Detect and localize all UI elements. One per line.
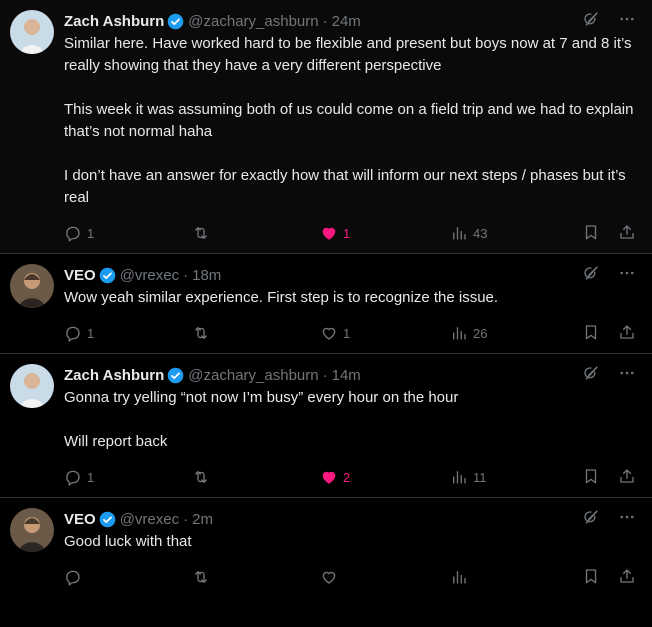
heart-icon: [322, 471, 336, 484]
avatar[interactable]: [10, 264, 54, 308]
more-icon[interactable]: [618, 364, 636, 386]
grok-icon[interactable]: [582, 364, 600, 386]
timestamp[interactable]: 18m: [192, 267, 221, 284]
reply-button[interactable]: [64, 568, 192, 586]
more-icon[interactable]: [618, 508, 636, 530]
like-count: 2: [343, 469, 351, 485]
views-button[interactable]: 43: [450, 224, 578, 242]
timestamp[interactable]: 2m: [192, 511, 213, 528]
more-icon[interactable]: [618, 10, 636, 32]
separator: ·: [322, 366, 328, 384]
avatar[interactable]: [10, 364, 54, 408]
views-icon: [453, 227, 466, 240]
author-name[interactable]: VEO: [64, 267, 96, 284]
bookmark-icon[interactable]: [582, 223, 600, 244]
like-count: 1: [343, 225, 351, 241]
reply-icon: [66, 570, 80, 586]
tweet[interactable]: Zach Ashburn @zachary_ashburn · 24m Simi…: [0, 0, 652, 254]
bookmark-icon[interactable]: [582, 467, 600, 488]
heart-icon: [322, 227, 336, 240]
separator: ·: [183, 266, 189, 284]
reply-button[interactable]: 1: [64, 468, 192, 486]
share-icon[interactable]: [618, 567, 636, 588]
like-button[interactable]: 1: [320, 224, 450, 242]
share-icon[interactable]: [618, 223, 636, 244]
bookmark-icon[interactable]: [582, 323, 600, 344]
grok-icon[interactable]: [582, 508, 600, 530]
views-count: 43: [473, 225, 488, 241]
reply-icon: [66, 226, 80, 242]
author-handle[interactable]: @vrexec: [120, 267, 179, 284]
reply-button[interactable]: 1: [64, 224, 192, 242]
bookmark-icon[interactable]: [582, 567, 600, 588]
author-handle[interactable]: @zachary_ashburn: [188, 13, 318, 30]
action-bar: [64, 557, 636, 597]
tweet-text: Good luck with that: [64, 533, 192, 550]
views-icon: [453, 471, 466, 484]
repost-button[interactable]: [192, 568, 320, 586]
like-button[interactable]: 2: [320, 468, 450, 486]
author-name[interactable]: Zach Ashburn: [64, 367, 164, 384]
timestamp[interactable]: 24m: [332, 13, 361, 30]
avatar[interactable]: [10, 10, 54, 54]
verified-badge-icon: [99, 511, 116, 528]
verified-badge-icon: [167, 367, 184, 384]
reply-icon: [66, 470, 80, 486]
more-icon[interactable]: [618, 264, 636, 286]
author-handle[interactable]: @vrexec: [120, 511, 179, 528]
separator: ·: [322, 12, 328, 30]
views-button[interactable]: 26: [450, 324, 578, 342]
views-icon: [453, 327, 466, 340]
like-count: 1: [343, 325, 351, 341]
verified-badge-icon: [99, 267, 116, 284]
separator: ·: [183, 510, 189, 528]
author-handle[interactable]: @zachary_ashburn: [188, 367, 318, 384]
tweet-text: Wow yeah similar experience. First step …: [64, 289, 499, 306]
avatar[interactable]: [10, 508, 54, 552]
repost-button[interactable]: [192, 324, 320, 342]
action-bar: 1 1 43: [64, 213, 636, 253]
heart-icon: [322, 571, 336, 584]
reply-icon: [66, 326, 80, 342]
reply-count: 1: [87, 469, 95, 485]
repost-icon: [195, 571, 207, 583]
tweet[interactable]: VEO @vrexec · 18m Wow yeah similar exper…: [0, 254, 652, 354]
grok-icon[interactable]: [582, 10, 600, 32]
repost-icon: [195, 327, 207, 339]
tweet[interactable]: VEO @vrexec · 2m Good luck with that: [0, 498, 652, 597]
reply-count: 1: [87, 325, 95, 341]
share-icon[interactable]: [618, 467, 636, 488]
action-bar: 1 1 26: [64, 313, 636, 353]
reply-thread: Zach Ashburn @zachary_ashburn · 24m Simi…: [0, 0, 652, 627]
reply-count: 1: [87, 225, 95, 241]
action-bar: 1 2 11: [64, 457, 636, 497]
repost-button[interactable]: [192, 468, 320, 486]
timestamp[interactable]: 14m: [332, 367, 361, 384]
grok-icon[interactable]: [582, 264, 600, 286]
views-button[interactable]: 11: [450, 468, 578, 486]
heart-icon: [322, 327, 336, 340]
tweet[interactable]: Zach Ashburn @zachary_ashburn · 14m Gonn…: [0, 354, 652, 498]
repost-icon: [195, 471, 207, 483]
author-name[interactable]: Zach Ashburn: [64, 13, 164, 30]
author-name[interactable]: VEO: [64, 511, 96, 528]
verified-badge-icon: [167, 13, 184, 30]
repost-icon: [195, 227, 207, 239]
views-count: 26: [473, 325, 488, 341]
views-count: 11: [473, 469, 487, 485]
tweet-text: Gonna try yelling “not now I’m busy” eve…: [64, 389, 459, 450]
like-button[interactable]: 1: [320, 324, 450, 342]
repost-button[interactable]: [192, 224, 320, 242]
views-icon: [453, 571, 466, 584]
share-icon[interactable]: [618, 323, 636, 344]
tweet-text: Similar here. Have worked hard to be fle…: [64, 35, 634, 206]
like-button[interactable]: [320, 568, 450, 586]
reply-button[interactable]: 1: [64, 324, 192, 342]
views-button[interactable]: [450, 568, 578, 586]
